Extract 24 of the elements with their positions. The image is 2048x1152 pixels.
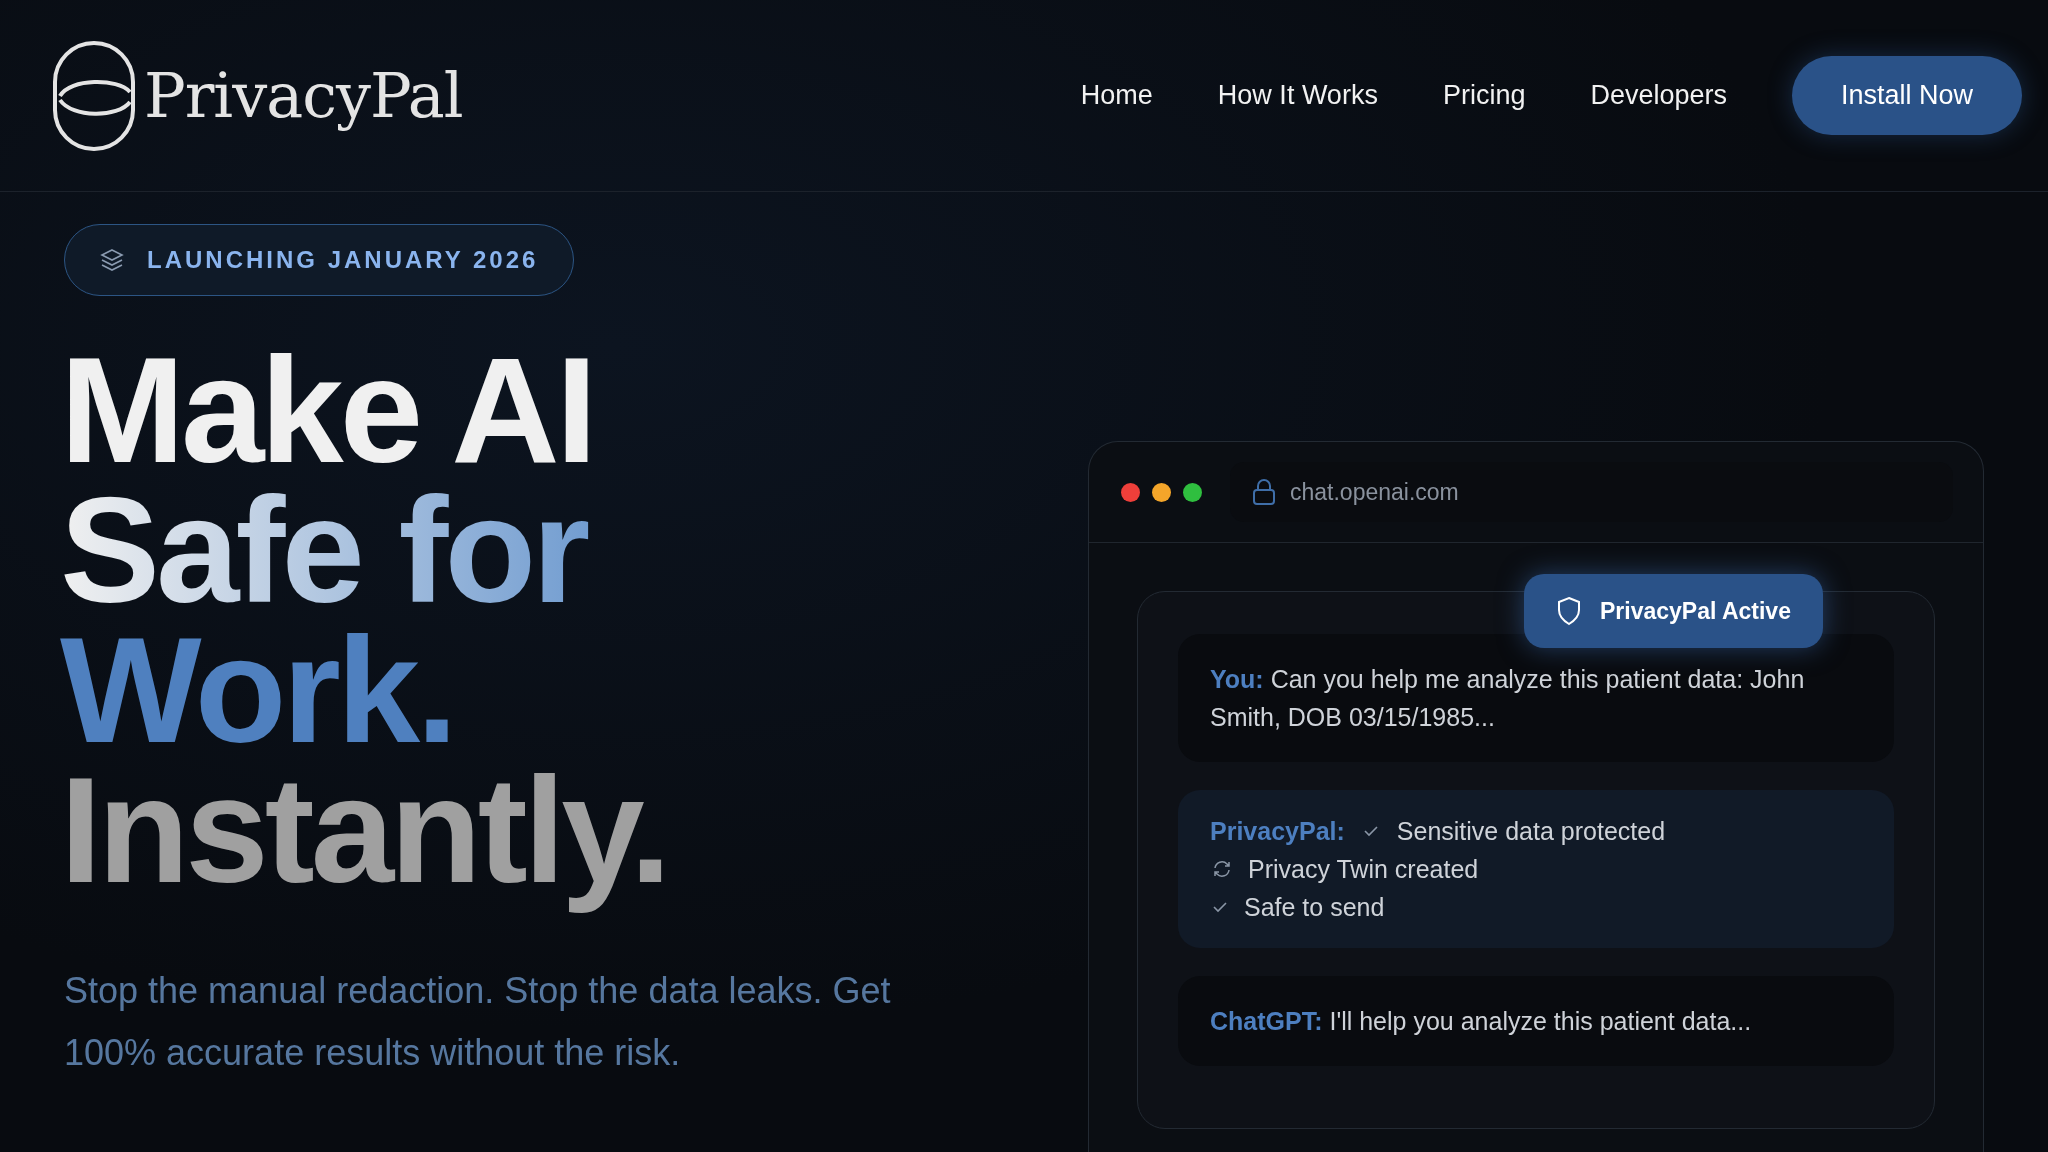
nav-link[interactable]: Home	[1080, 80, 1153, 111]
sender-label: PrivacyPal:	[1210, 816, 1345, 847]
shield-icon	[1556, 596, 1582, 626]
privacypal-active-badge: PrivacyPal Active	[1524, 574, 1823, 648]
lock-icon	[1252, 478, 1276, 506]
launch-badge-text: LAUNCHING JANUARY 2026	[147, 246, 539, 274]
nav-link[interactable]: Pricing	[1442, 80, 1526, 111]
maximize-dot[interactable]	[1183, 482, 1202, 502]
logo-icon	[52, 39, 136, 152]
status-text: Sensitive data protected	[1396, 816, 1666, 847]
nav-link[interactable]: How It Works	[1217, 80, 1378, 111]
close-dot[interactable]	[1121, 482, 1140, 502]
status-text: Privacy Twin created	[1248, 854, 1479, 885]
install-now-button[interactable]: Install Now	[1792, 56, 2022, 135]
brand-name: PrivacyPal	[144, 59, 463, 132]
minimize-dot[interactable]	[1152, 482, 1171, 502]
address-bar[interactable]: chat.openai.com	[1230, 462, 1953, 522]
hero-subtitle: Stop the manual redaction. Stop the data leaks. Get 100% accurate results without the risk.	[64, 969, 892, 1075]
layers-icon	[99, 247, 125, 273]
status-text: Safe to send	[1244, 892, 1385, 923]
user-message: You: Can you help me analyze this patient data: John Smith, DOB 03/15/1985...	[1178, 634, 1894, 762]
nav-link[interactable]: Developers	[1590, 80, 1727, 111]
reply-message: ChatGPT: I'll help you analyze this patient data...	[1178, 976, 1894, 1066]
hero-headline: Make AI Safe for Work. Instantly.	[60, 340, 669, 916]
